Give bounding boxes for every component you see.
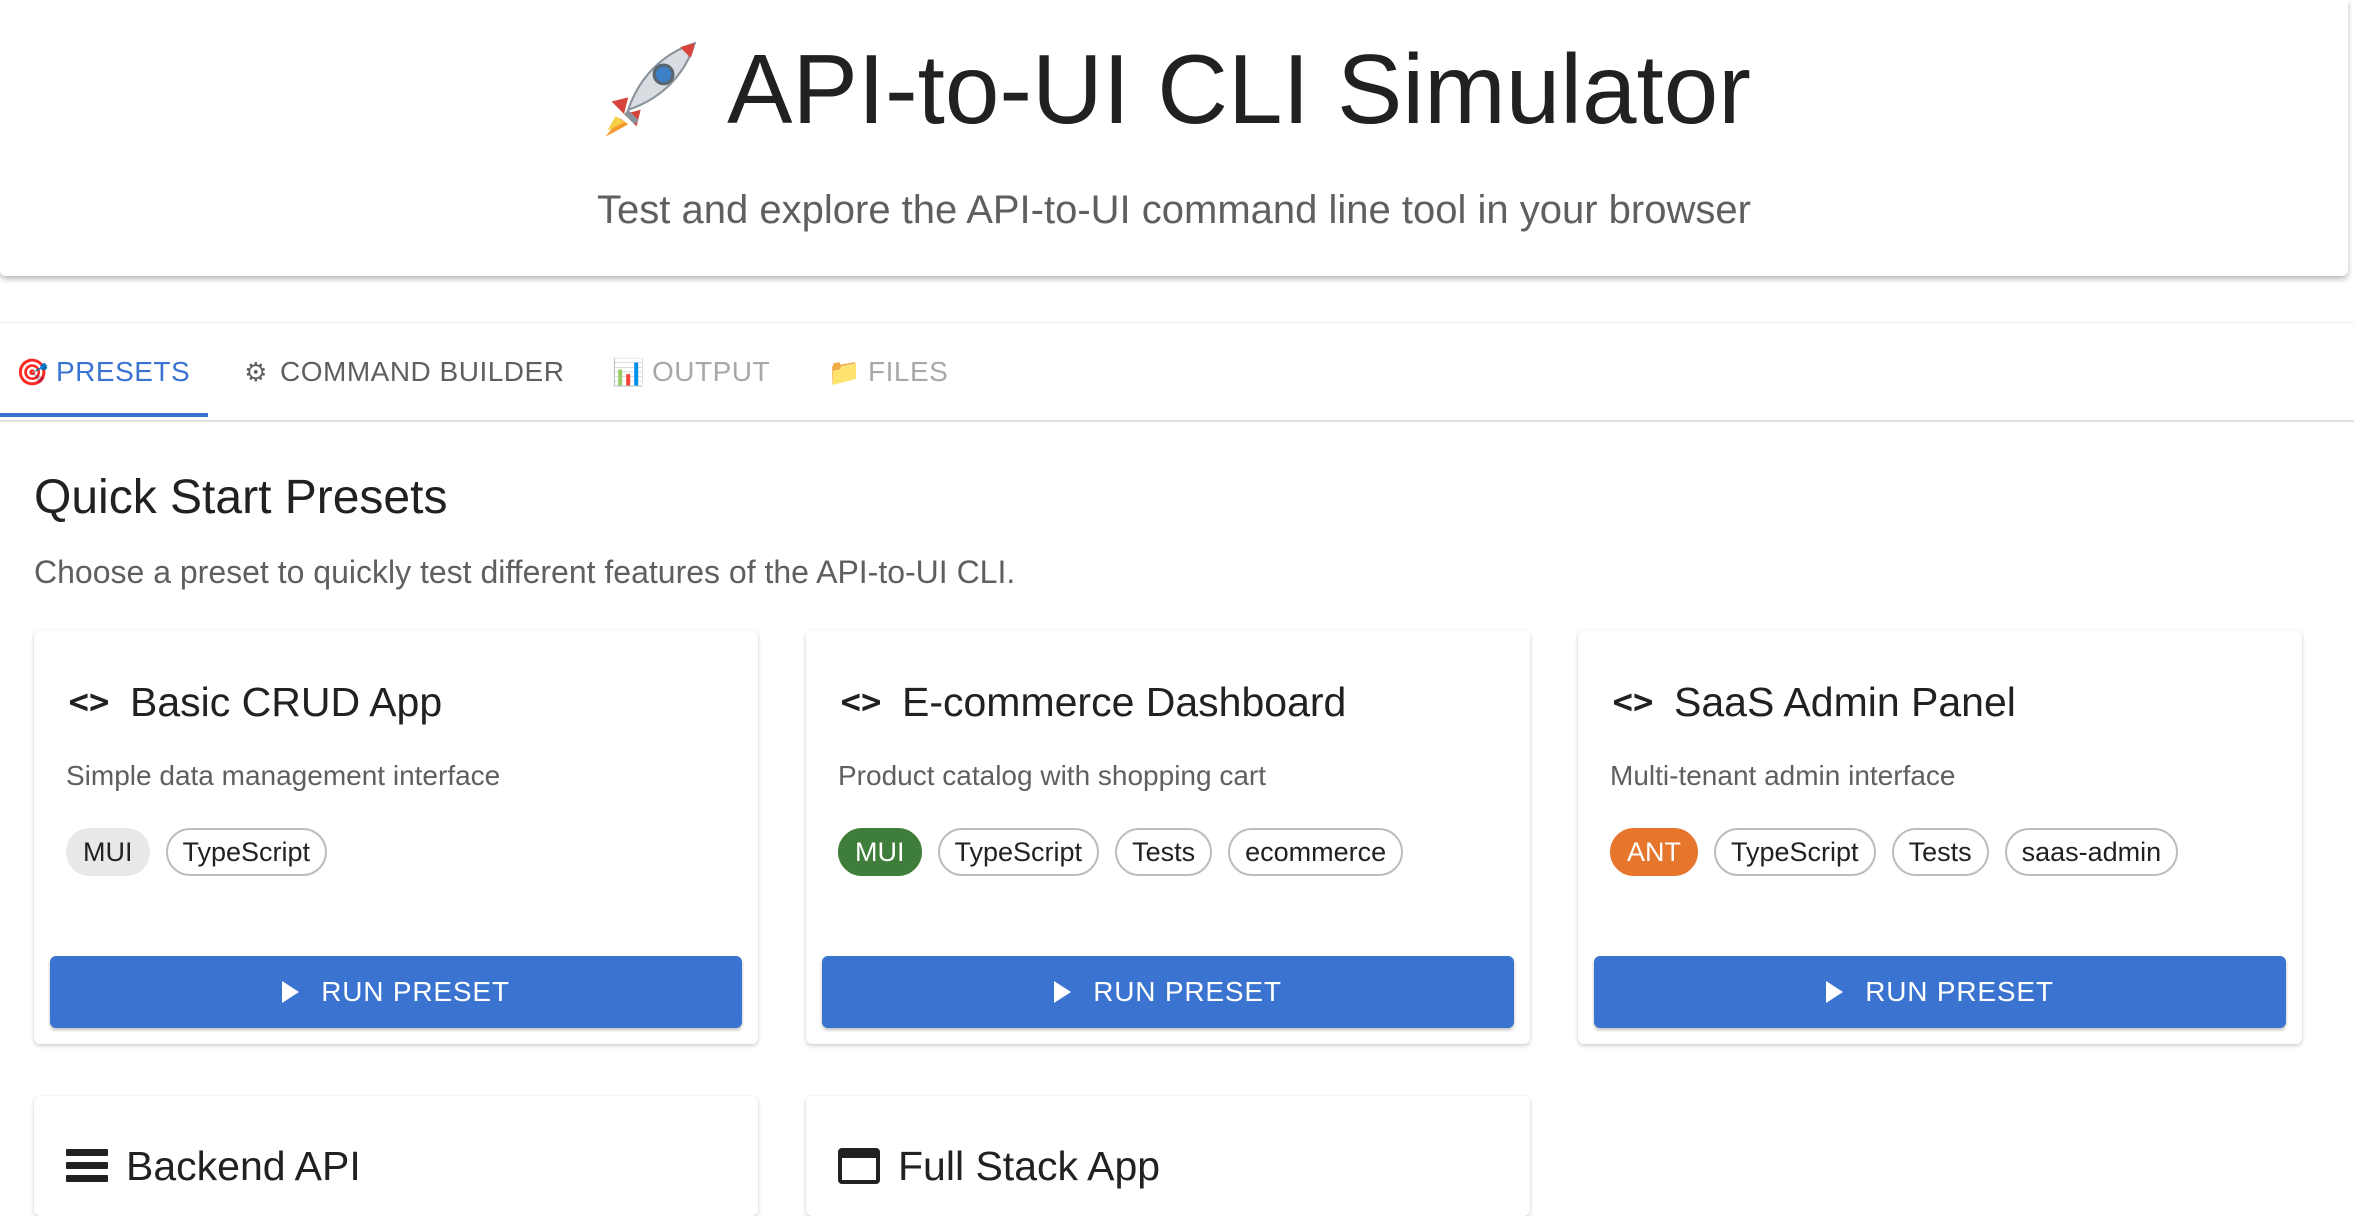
chip-template: ecommerce <box>1228 828 1404 876</box>
active-tab-indicator <box>0 413 208 417</box>
chip-framework: ANT <box>1610 828 1698 876</box>
run-preset-button[interactable]: RUN PRESET <box>1594 956 2286 1028</box>
tab-label: PRESETS <box>56 356 191 387</box>
tab-command-builder[interactable]: ⚙ COMMAND BUILDER <box>224 323 580 421</box>
app-title-text: API-to-UI CLI Simulator <box>727 34 1751 144</box>
rocket-icon <box>605 41 697 137</box>
tab-label: FILES <box>868 356 949 387</box>
chip-tests: Tests <box>1891 828 1989 876</box>
preset-card-ecommerce: <> E-commerce Dashboard Product catalog … <box>806 630 1530 1044</box>
app-title: API-to-UI CLI Simulator <box>0 34 2348 144</box>
gear-icon: ⚙ <box>244 356 268 387</box>
card-title: SaaS Admin Panel <box>1674 679 2016 725</box>
preset-card-full-stack: Full Stack App <box>806 1096 1530 1216</box>
section-description: Choose a preset to quickly test differen… <box>34 554 1016 590</box>
preset-card-basic-crud: <> Basic CRUD App Simple data management… <box>34 630 758 1044</box>
tab-label: COMMAND BUILDER <box>280 356 565 387</box>
card-title: Full Stack App <box>898 1143 1161 1189</box>
app-header: API-to-UI CLI Simulator Test and explore… <box>0 0 2348 276</box>
button-label: RUN PRESET <box>1093 976 1282 1007</box>
chip-language: TypeScript <box>165 828 328 876</box>
card-description: Multi-tenant admin interface <box>1610 760 1956 791</box>
preset-card-backend-api: Backend API <box>34 1096 758 1216</box>
button-label: RUN PRESET <box>321 976 510 1007</box>
card-title: Basic CRUD App <box>130 679 443 725</box>
chip-language: TypeScript <box>1714 828 1876 876</box>
target-icon: 🎯 <box>16 356 49 387</box>
bar-chart-icon: 📊 <box>612 356 645 387</box>
play-icon <box>1826 981 1844 1003</box>
card-description: Product catalog with shopping cart <box>838 760 1267 791</box>
play-icon <box>1054 981 1072 1003</box>
list-icon <box>66 1149 108 1183</box>
folder-icon: 📁 <box>828 356 861 387</box>
run-preset-button[interactable]: RUN PRESET <box>50 956 742 1028</box>
card-title: E-commerce Dashboard <box>902 679 1347 725</box>
chip-template: saas-admin <box>2004 828 2179 876</box>
chip-language: TypeScript <box>937 828 1100 876</box>
code-icon: <> <box>1612 682 1654 722</box>
tab-presets[interactable]: 🎯 PRESETS <box>0 323 206 421</box>
card-title: Backend API <box>126 1143 361 1189</box>
web-icon <box>838 1148 880 1184</box>
card-description: Simple data management interface <box>66 760 501 791</box>
tab-label: OUTPUT <box>652 356 771 387</box>
tab-files[interactable]: 📁 FILES <box>812 323 964 421</box>
chip-list: MUI TypeScript Tests ecommerce <box>838 828 1404 876</box>
code-icon: <> <box>840 682 882 722</box>
code-icon: <> <box>68 682 110 722</box>
play-icon <box>282 981 300 1003</box>
run-preset-button[interactable]: RUN PRESET <box>822 956 1514 1028</box>
chip-framework: MUI <box>838 828 922 876</box>
chip-framework: MUI <box>66 828 150 876</box>
chip-list: MUI TypeScript <box>66 828 328 876</box>
button-label: RUN PRESET <box>1865 976 2054 1007</box>
tab-bar: 🎯 PRESETS ⚙ COMMAND BUILDER 📊 OUTPUT 📁 F… <box>0 322 2354 422</box>
app-subtitle: Test and explore the API-to-UI command l… <box>597 188 1751 232</box>
preset-card-saas-admin: <> SaaS Admin Panel Multi-tenant admin i… <box>1578 630 2302 1044</box>
chip-list: ANT TypeScript Tests saas-admin <box>1610 828 2179 876</box>
tab-output[interactable]: 📊 OUTPUT <box>596 323 786 421</box>
chip-tests: Tests <box>1115 828 1213 876</box>
section-title: Quick Start Presets <box>34 471 448 524</box>
